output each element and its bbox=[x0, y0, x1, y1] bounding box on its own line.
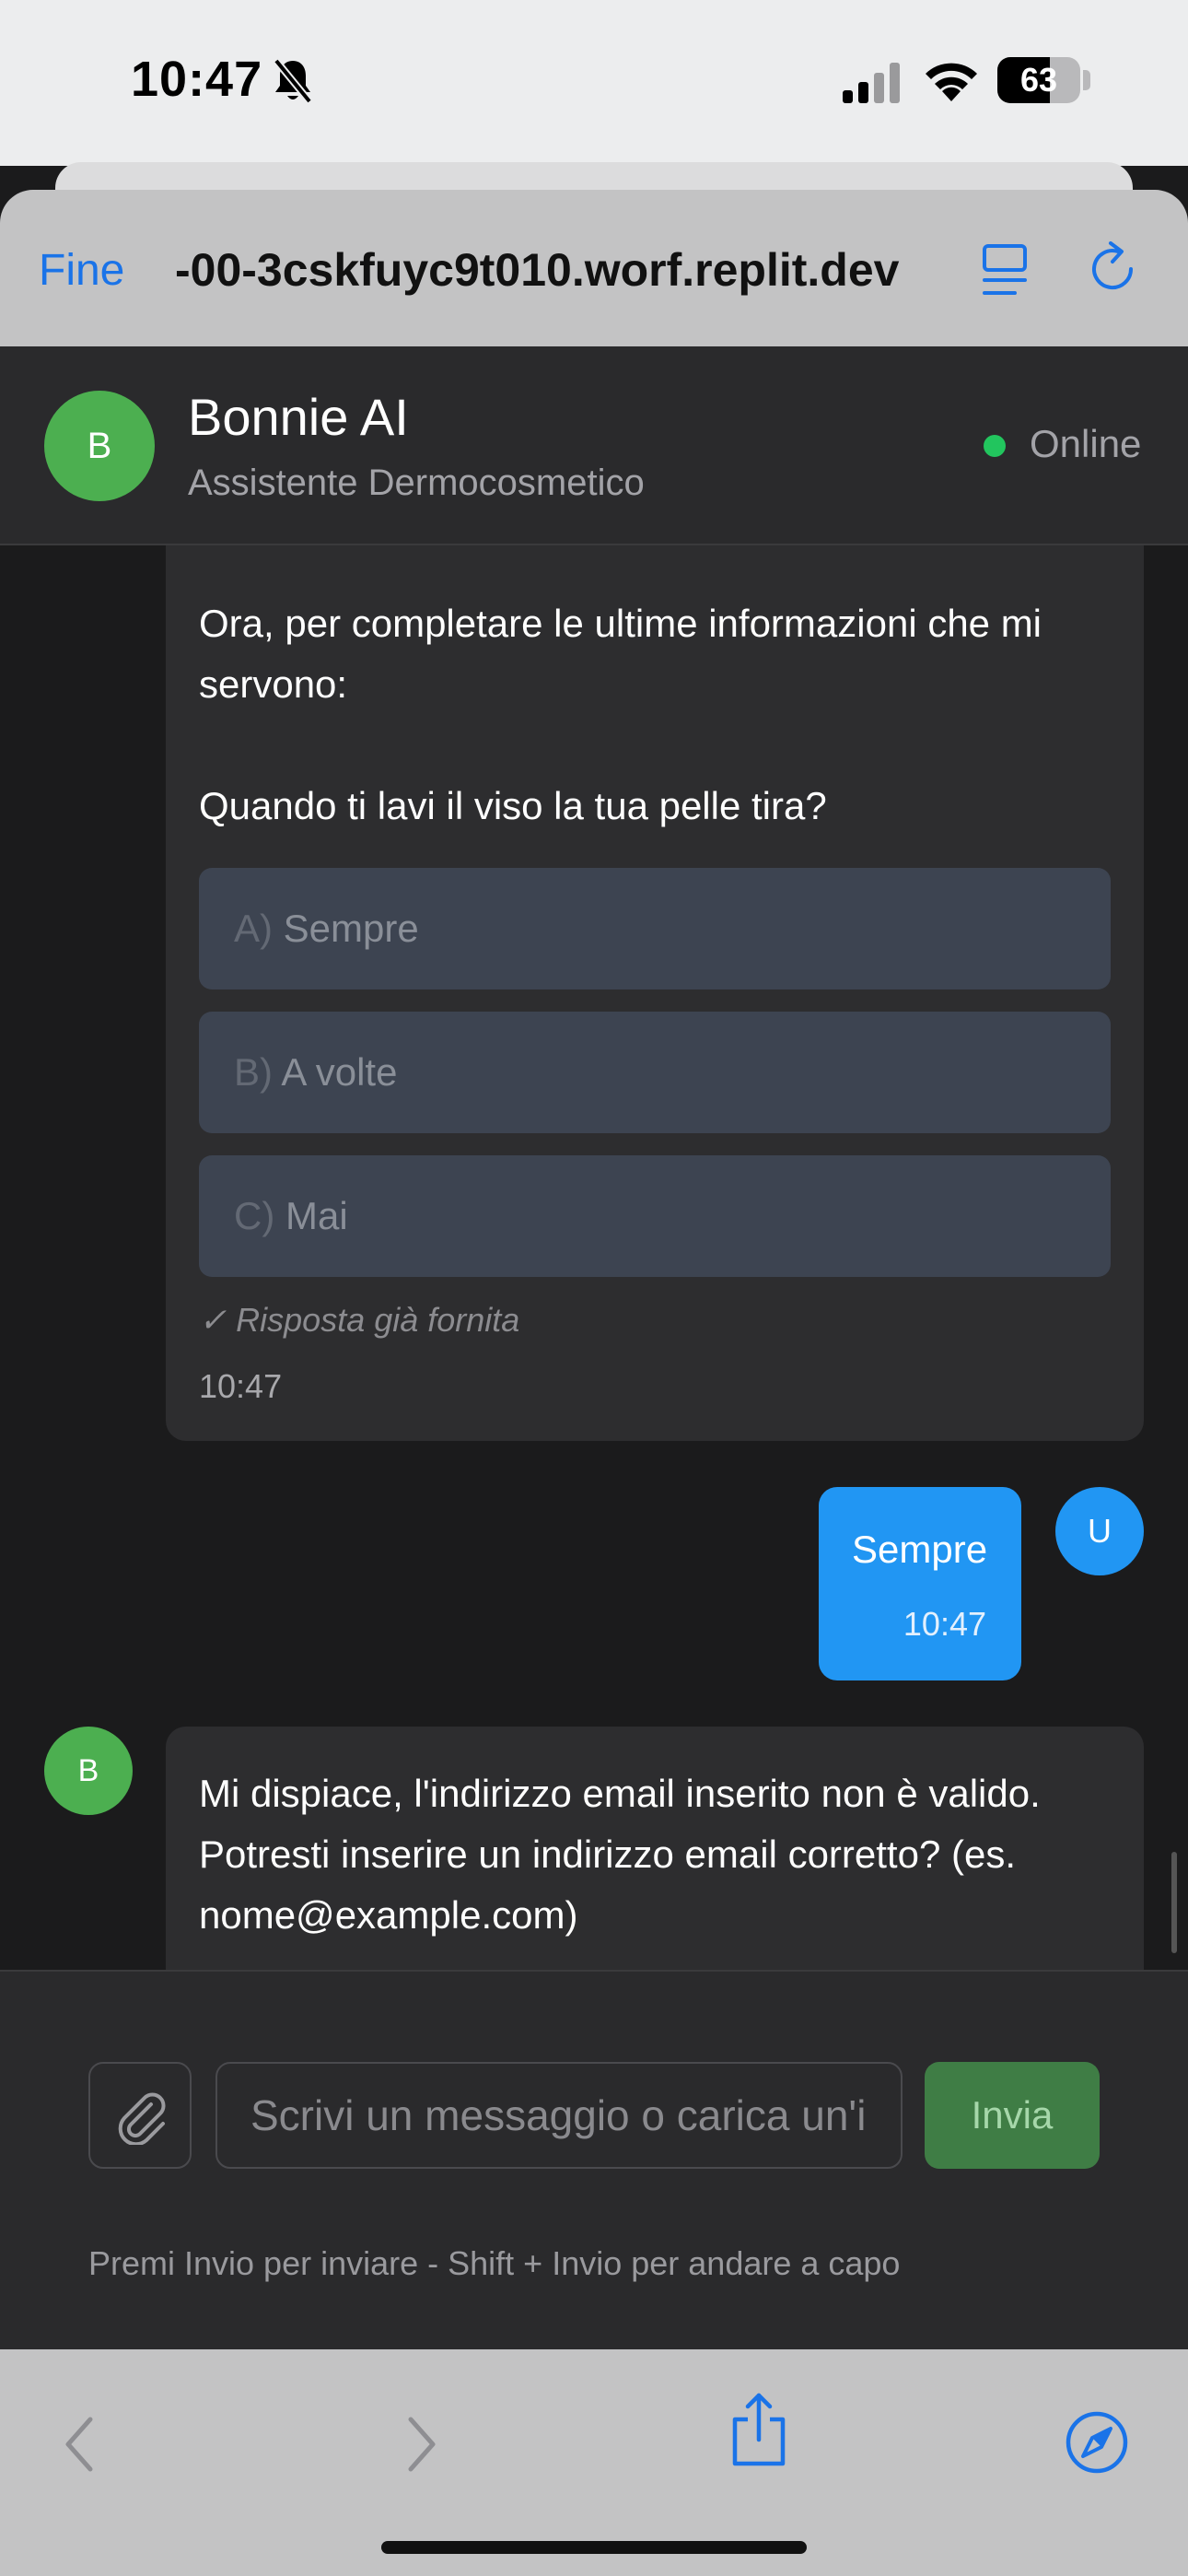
message-time: 10:47 bbox=[903, 1605, 986, 1643]
battery-percent: 63 bbox=[1019, 61, 1058, 99]
bot-message-question: Ora, per completare le ultime informazio… bbox=[166, 545, 1144, 1441]
option-b-button[interactable]: B) A volte bbox=[199, 1012, 1111, 1133]
scrollbar[interactable] bbox=[1171, 1852, 1177, 1953]
option-label: A volte bbox=[281, 1050, 398, 1094]
composer: Invia Premi Invio per inviare - Shift + … bbox=[0, 1970, 1188, 2351]
bot-message: Mi dispiace, l'indirizzo email inserito … bbox=[166, 1727, 1144, 1970]
option-c-button[interactable]: C) Mai bbox=[199, 1155, 1111, 1277]
option-prefix: C) bbox=[234, 1194, 275, 1237]
attach-button[interactable] bbox=[88, 2062, 192, 2169]
battery-icon: 63 bbox=[997, 57, 1080, 103]
browser-bar: Fine -00-3cskfuyc9t010.worf.replit.dev bbox=[0, 190, 1188, 346]
bot-subtitle: Assistente Dermocosmetico bbox=[188, 463, 645, 503]
online-status-text: Online bbox=[1030, 422, 1142, 465]
online-status-dot bbox=[984, 435, 1006, 457]
wifi-icon bbox=[926, 63, 977, 101]
option-prefix: B) bbox=[234, 1050, 273, 1094]
done-button[interactable]: Fine bbox=[39, 245, 124, 296]
paperclip-icon bbox=[118, 2092, 166, 2145]
bell-slash-icon bbox=[273, 58, 313, 104]
question-intro: Ora, per completare le ultime informazio… bbox=[199, 602, 1042, 706]
answered-note: ✓ Risposta già fornita bbox=[199, 1301, 520, 1339]
send-button[interactable]: Invia bbox=[925, 2062, 1100, 2169]
chat-header: B Bonnie AI Assistente Dermocosmetico On… bbox=[0, 346, 1188, 545]
message-list[interactable]: Ora, per completare le ultime informazio… bbox=[0, 545, 1188, 1970]
reload-icon[interactable] bbox=[1087, 241, 1142, 299]
option-label: Sempre bbox=[283, 907, 419, 950]
share-icon[interactable] bbox=[728, 2392, 790, 2467]
user-avatar: U bbox=[1055, 1487, 1144, 1575]
question-text: Quando ti lavi il viso la tua pelle tira… bbox=[199, 784, 827, 827]
bot-avatar: B bbox=[44, 391, 155, 501]
compass-icon[interactable] bbox=[1065, 2410, 1129, 2475]
status-bar: 10:47 63 bbox=[0, 0, 1188, 166]
url-field[interactable]: -00-3cskfuyc9t010.worf.replit.dev bbox=[175, 243, 939, 297]
user-message-text: Sempre bbox=[852, 1528, 988, 1571]
home-indicator bbox=[381, 2541, 807, 2554]
option-a-button[interactable]: A) Sempre bbox=[199, 868, 1111, 989]
battery-tip bbox=[1083, 70, 1090, 90]
message-time: 10:47 bbox=[199, 1367, 283, 1405]
status-time: 10:47 bbox=[131, 52, 263, 107]
message-input[interactable] bbox=[215, 2062, 903, 2169]
back-arrow-icon[interactable] bbox=[61, 2414, 98, 2475]
forward-arrow-icon[interactable] bbox=[403, 2414, 440, 2475]
user-message: Sempre 10:47 bbox=[819, 1487, 1021, 1680]
bot-avatar: B bbox=[44, 1727, 133, 1815]
reader-mode-icon[interactable] bbox=[982, 243, 1031, 299]
cellular-signal-icon bbox=[843, 63, 900, 103]
bot-name: Bonnie AI bbox=[188, 388, 409, 446]
option-label: Mai bbox=[285, 1194, 348, 1237]
option-prefix: A) bbox=[234, 907, 273, 950]
bot-message-text: Mi dispiace, l'indirizzo email inserito … bbox=[199, 1772, 1041, 1937]
composer-hint: Premi Invio per inviare - Shift + Invio … bbox=[88, 2244, 901, 2282]
